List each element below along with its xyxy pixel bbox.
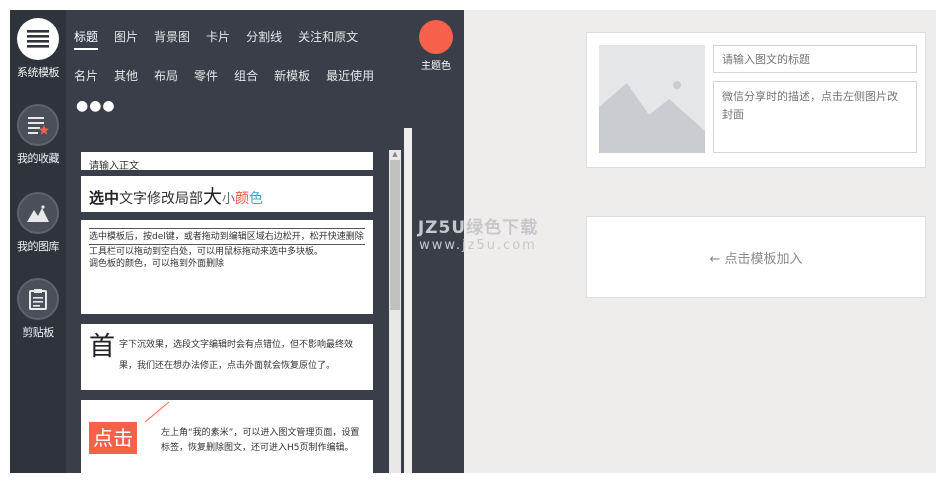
tab-title[interactable]: 标题 xyxy=(74,28,99,50)
rail-label: 系统模板 xyxy=(17,66,60,79)
rail-clipboard[interactable]: 剪贴板 xyxy=(10,278,66,340)
article-description-input[interactable] xyxy=(713,81,917,153)
template-card-highlight-title[interactable]: 选中文字修改局部大小颜色 xyxy=(81,176,373,212)
template-list-scrollbar[interactable]: ▲ xyxy=(389,150,401,473)
rail-label: 我的收藏 xyxy=(17,152,60,165)
template-text: 颜 xyxy=(235,191,250,207)
tab-combo[interactable]: 组合 xyxy=(234,67,258,84)
rail-favorites[interactable]: 我的收藏 xyxy=(10,104,66,166)
template-text: 调色板的颜色，可以拖到外面删除 xyxy=(89,259,225,269)
template-list: 请输入正文 选中文字修改局部大小颜色 选中模板后，按del键，或者拖动到编辑区域… xyxy=(66,126,382,473)
template-card-click-badge[interactable]: 点击 左上角“我的素米”，可以进入图文管理页面，设置标签，恢复删除图文，还可进入… xyxy=(81,400,373,473)
article-cover-card xyxy=(586,32,926,168)
divider-line xyxy=(89,244,365,245)
article-title-input[interactable] xyxy=(713,45,917,73)
theme-color-label: 主题色 xyxy=(421,61,451,72)
watermark: JZ5U绿色下载 www.jz5u.com xyxy=(408,220,548,254)
tab-new-template[interactable]: 新模板 xyxy=(274,67,310,84)
rail-system-templates[interactable]: 系统模板 xyxy=(10,18,66,80)
category-tabs-row1: 标题 图片 背景图 卡片 分割线 关注和原文 xyxy=(74,28,374,50)
template-text: 选中 xyxy=(89,189,120,207)
tab-image[interactable]: 图片 xyxy=(114,28,138,50)
rail-label: 我的图库 xyxy=(17,240,60,253)
menu-icon xyxy=(17,18,59,60)
template-text: 选中模板后，按del键，或者拖动到编辑区域右边松开，松开快速删除 xyxy=(89,232,364,242)
theme-color-button[interactable]: 主题色 xyxy=(416,20,456,72)
template-text: 左上角“我的素米”，可以进入图文管理页面，设置标签，恢复删除图文，还可进入H5页… xyxy=(161,428,360,453)
divider-line xyxy=(89,228,365,229)
more-icon[interactable]: ●●● xyxy=(76,98,116,114)
image-library-icon xyxy=(17,192,59,234)
watermark-text: www.jz5u.com xyxy=(419,238,537,253)
tab-divider[interactable]: 分割线 xyxy=(246,28,282,50)
rail-label: 剪贴板 xyxy=(22,326,54,339)
tab-name-card[interactable]: 名片 xyxy=(74,67,98,84)
template-text: 文字修改局部 xyxy=(119,191,204,207)
image-placeholder-icon xyxy=(599,81,705,153)
template-card-body-text[interactable]: 请输入正文 xyxy=(81,152,373,172)
template-text: 工具栏可以拖动到空白处，可以用鼠标拖动来选中多块板。 xyxy=(89,247,324,257)
tab-recent[interactable]: 最近使用 xyxy=(326,67,374,84)
add-template-label: ← 点击模板加入 xyxy=(709,251,803,267)
tab-other[interactable]: 其他 xyxy=(114,67,138,84)
watermark-text: JZ5U绿色下载 xyxy=(417,218,539,238)
add-template-card[interactable]: ← 点击模板加入 xyxy=(586,216,926,298)
app-window: 系统模板 我的收藏 我的图库 剪贴板 标题 图片 背景图 卡片 分割线 关注和原… xyxy=(10,10,936,473)
category-tabs-row2: 名片 其他 布局 零件 组合 新模板 最近使用 xyxy=(74,67,390,84)
template-card-drop-cap[interactable]: 首 字下沉效果，选段文字编辑时会有点错位，但不影响最终效果，我们还在想办法修正，… xyxy=(81,324,373,390)
tab-card[interactable]: 卡片 xyxy=(206,28,230,50)
tab-follow-original[interactable]: 关注和原文 xyxy=(298,28,358,50)
scrollbar-thumb[interactable] xyxy=(390,160,400,310)
template-text: 请输入正文 xyxy=(89,161,139,172)
template-card-instructions[interactable]: 选中模板后，按del键，或者拖动到编辑区域右边松开，松开快速删除 工具栏可以拖动… xyxy=(81,220,373,314)
badge-pointer-line xyxy=(144,401,170,423)
favorites-icon xyxy=(17,104,59,146)
rail-image-library[interactable]: 我的图库 xyxy=(10,192,66,254)
left-rail: 系统模板 我的收藏 我的图库 剪贴板 xyxy=(10,10,66,473)
drop-cap-letter: 首 xyxy=(89,332,116,362)
tab-layout[interactable]: 布局 xyxy=(154,67,178,84)
template-text: 小 xyxy=(222,192,236,207)
scroll-up-icon[interactable]: ▲ xyxy=(391,150,399,158)
clipboard-icon xyxy=(17,278,59,320)
theme-color-swatch xyxy=(419,20,453,54)
cover-image-placeholder[interactable] xyxy=(599,45,705,153)
tab-parts[interactable]: 零件 xyxy=(194,67,218,84)
tab-background[interactable]: 背景图 xyxy=(154,28,190,50)
template-text: 色 xyxy=(249,191,264,207)
template-text: 字下沉效果，选段文字编辑时会有点错位，但不影响最终效果，我们还在想办法修正，点击… xyxy=(119,340,354,371)
template-text: 大 xyxy=(203,186,223,208)
panel-edge xyxy=(404,128,412,473)
click-badge: 点击 xyxy=(89,422,137,454)
